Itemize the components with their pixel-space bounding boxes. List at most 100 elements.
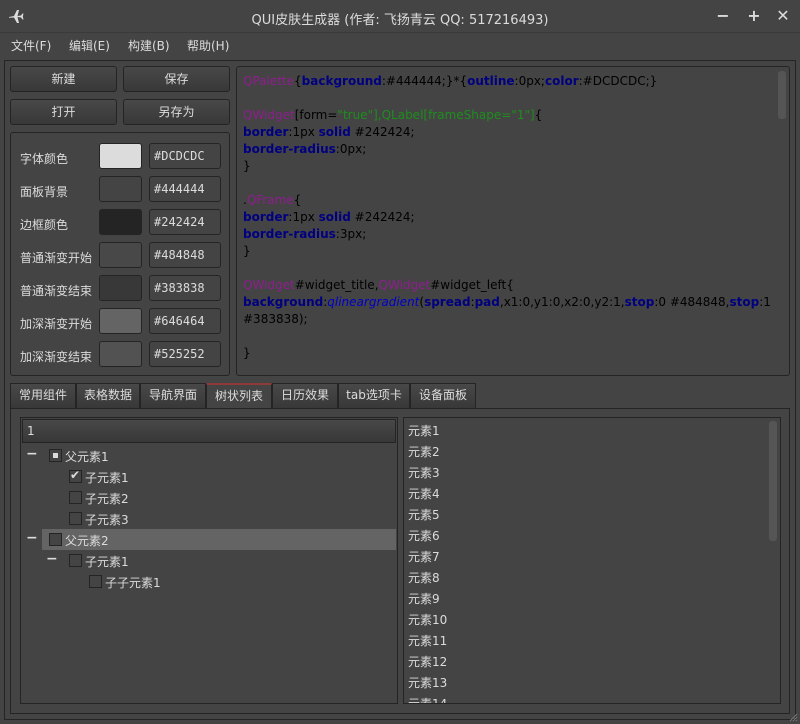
color-row-border: 边框颜色 #242424 [11,208,231,238]
tree-node[interactable]: 子元素1 [22,466,396,487]
color-hex-input[interactable]: #525252 [149,341,221,367]
color-hex-input[interactable]: #383838 [149,275,221,301]
tab-device-panel[interactable]: 设备面板 [410,383,476,408]
color-swatch[interactable] [99,242,142,268]
code-line: } [243,243,773,260]
color-swatch[interactable] [99,341,142,367]
code-token: border [243,210,289,224]
code-token: :1px [288,125,319,139]
tree-checkbox[interactable] [49,449,62,462]
color-label: 普通渐变结束 [20,284,93,298]
list-item[interactable]: 元素11 [408,632,447,653]
tab-tab-widget[interactable]: tab选项卡 [338,383,410,408]
tab-common-widgets[interactable]: 常用组件 [10,383,76,408]
menu-file[interactable]: 文件(F) [11,37,51,54]
collapse-toggle-icon[interactable]: − [26,530,38,546]
tab-tree-list[interactable]: 树状列表 [206,383,272,408]
tree-node-label: 父元素2 [65,534,109,548]
save-button[interactable]: 保存 [123,66,230,92]
close-button[interactable]: ✕ [772,6,794,26]
save-as-button[interactable]: 另存为 [123,99,230,125]
code-token: :3px; [335,227,367,241]
color-settings-panel: 字体颜色 #DCDCDC 面板背景 #444444 边框颜色 #242424 普… [10,132,230,376]
code-token: border-radius [243,142,336,156]
tree-node[interactable]: 子子元素1 [22,571,396,592]
color-hex-input[interactable]: #DCDCDC [149,143,221,169]
list-item[interactable]: 元素10 [408,611,447,632]
code-token: solid [318,210,351,224]
list-item[interactable]: 元素2 [408,443,440,464]
list-item[interactable]: 元素5 [408,506,440,527]
list-item[interactable]: 元素12 [408,653,447,674]
tab-table-data[interactable]: 表格数据 [76,383,140,408]
open-button[interactable]: 打开 [10,99,117,125]
tree-node[interactable]: 子元素3 [22,508,396,529]
list-scrollbar[interactable] [768,420,778,701]
scrollbar-thumb[interactable] [769,421,777,541]
menu-edit[interactable]: 编辑(E) [69,37,110,54]
list-item[interactable]: 元素9 [408,590,440,611]
tree-checkbox[interactable] [69,512,82,525]
minimize-button[interactable]: − [712,6,734,26]
code-text[interactable]: QPalette{background:#444444;}*{outline:0… [243,73,773,375]
color-swatch[interactable] [99,143,142,169]
tree-view[interactable]: 1 −父元素1子元素1子元素2子元素3−父元素2−子元素1子子元素1 [20,417,398,704]
code-line: border-radius:3px; [243,226,773,243]
color-hex-input[interactable]: #242424 [149,209,221,235]
code-token: #widget_left [430,278,507,292]
color-swatch[interactable] [99,275,142,301]
code-token: { [534,108,543,122]
tab-calendar[interactable]: 日历效果 [272,383,338,408]
code-token: :#444444;}*{ [381,74,468,88]
maximize-button[interactable]: + [743,6,765,26]
tree-node[interactable]: − 子元素1 [22,550,396,571]
list-item[interactable]: 元素14 [408,695,447,703]
tree-node[interactable]: 子元素2 [22,487,396,508]
tab-navigation[interactable]: 导航界面 [140,383,206,408]
menu-build[interactable]: 构建(B) [128,37,170,54]
color-row-normal-end: 普通渐变结束 #383838 [11,274,231,304]
color-hex-input[interactable]: #646464 [149,308,221,334]
menu-help[interactable]: 帮助(H) [187,37,229,54]
color-label: 加深渐变结束 [20,350,93,364]
resize-grip-icon[interactable] [788,712,798,722]
new-button[interactable]: 新建 [10,66,117,92]
collapse-toggle-icon[interactable]: − [26,446,38,462]
tree-node[interactable]: − 父元素1 [22,445,396,466]
code-token: stop [729,295,760,309]
code-token: QWidget [243,278,295,292]
tree-checkbox[interactable] [49,533,62,546]
list-item[interactable]: 元素6 [408,527,440,548]
collapse-toggle-icon[interactable]: − [46,551,58,567]
tree-header[interactable]: 1 [22,419,396,443]
list-view[interactable]: 元素1 元素2 元素3 元素4 元素5 元素6 元素7 元素8 元素9 元素10 元素11 元素12 元… [403,417,781,704]
color-row-font: 字体颜色 #DCDCDC [11,142,231,172]
stylesheet-editor[interactable]: QPalette{background:#444444;}*{outline:0… [236,66,790,376]
code-line: QWidget#widget_title,QWidget#widget_left… [243,277,773,294]
editor-scrollbar[interactable] [777,69,787,373]
code-token: color [544,74,579,88]
tree-checkbox[interactable] [69,491,82,504]
list-item[interactable]: 元素1 [408,422,440,443]
scrollbar-thumb[interactable] [778,71,786,119]
code-line: border-radius:0px; [243,141,773,158]
color-hex-input[interactable]: #444444 [149,176,221,202]
list-item[interactable]: 元素8 [408,569,440,590]
color-swatch[interactable] [99,176,142,202]
tree-node[interactable]: − 父元素2 [22,529,396,550]
code-line: border:1px solid #242424; [243,209,773,226]
tree-checkbox[interactable] [69,554,82,567]
tree-node-label: 子元素3 [85,513,129,527]
list-item[interactable]: 元素13 [408,674,447,695]
list-item[interactable]: 元素3 [408,464,440,485]
list-item[interactable]: 元素7 [408,548,440,569]
tree-checkbox[interactable] [69,468,82,483]
color-hex-input[interactable]: #484848 [149,242,221,268]
list-item[interactable]: 元素4 [408,485,440,506]
color-swatch[interactable] [99,209,142,235]
tree-checkbox[interactable] [89,575,102,588]
color-swatch[interactable] [99,308,142,334]
